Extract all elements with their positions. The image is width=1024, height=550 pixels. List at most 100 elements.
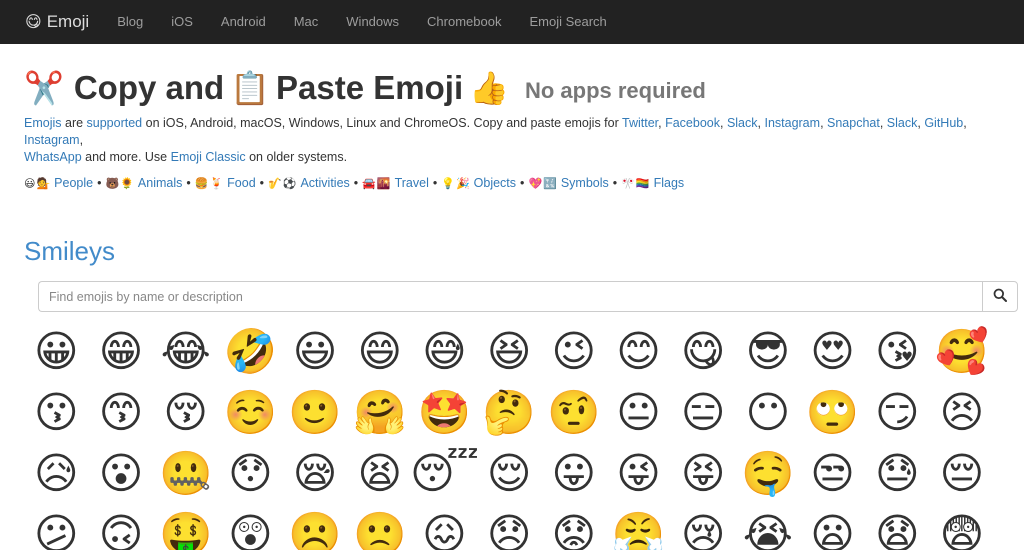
- emoji-cell[interactable]: 😕: [24, 505, 89, 550]
- emoji-cell[interactable]: 😛: [542, 444, 607, 505]
- emoji-cell[interactable]: 😍: [800, 322, 865, 383]
- category-travel[interactable]: 🚘 🌇 Travel: [362, 176, 429, 190]
- emoji-cell[interactable]: 🤔: [477, 383, 542, 444]
- link-slack[interactable]: Slack: [727, 116, 758, 130]
- emoji-cell[interactable]: 😲: [218, 505, 283, 550]
- emoji-cell[interactable]: 😉: [542, 322, 607, 383]
- category-objects[interactable]: 💡 🎉 Objects: [441, 176, 516, 190]
- emoji-cell[interactable]: 🤩: [412, 383, 477, 444]
- emoji-cell[interactable]: 😮: [89, 444, 154, 505]
- emoji-cell[interactable]: 🥰: [930, 322, 995, 383]
- category-flags-link[interactable]: Flags: [654, 176, 685, 190]
- emoji-cell[interactable]: 😶: [736, 383, 801, 444]
- emoji-cell[interactable]: 😗: [24, 383, 89, 444]
- emoji-cell[interactable]: 😥: [24, 444, 89, 505]
- emoji-cell[interactable]: 😙: [89, 383, 154, 444]
- nav-link-chromebook[interactable]: Chromebook: [413, 0, 515, 44]
- nav-link-ios[interactable]: iOS: [157, 0, 207, 44]
- category-people[interactable]: 😃 💁 People: [24, 176, 93, 190]
- category-objects-link[interactable]: Objects: [474, 176, 516, 190]
- emoji-cell[interactable]: ☺️: [218, 383, 283, 444]
- emoji-cell[interactable]: 😚: [153, 383, 218, 444]
- emoji-cell[interactable]: 😣: [930, 383, 995, 444]
- emoji-cell[interactable]: 😃: [283, 322, 348, 383]
- emoji-cell[interactable]: 😆: [477, 322, 542, 383]
- city-sunset-icon: 🌇: [376, 177, 391, 190]
- emoji-cell[interactable]: 😭: [736, 505, 801, 550]
- emoji-cell[interactable]: 😦: [800, 505, 865, 550]
- emoji-cell[interactable]: 😫: [347, 444, 412, 505]
- emoji-cell[interactable]: 😄: [347, 322, 412, 383]
- link-whatsapp[interactable]: WhatsApp: [24, 150, 82, 164]
- category-activities-link[interactable]: Activities: [300, 176, 349, 190]
- emoji-cell[interactable]: 😟: [542, 505, 607, 550]
- category-animals[interactable]: 🐻 🌻 Animals: [106, 176, 183, 190]
- link-instagram-2[interactable]: Instagram: [24, 133, 80, 147]
- category-symbols[interactable]: 💖 🔣 Symbols: [528, 176, 608, 190]
- emoji-cell[interactable]: 🤐: [153, 444, 218, 505]
- category-animals-link[interactable]: Animals: [138, 176, 182, 190]
- emoji-cell[interactable]: 😑: [671, 383, 736, 444]
- emoji-cell[interactable]: 🤑: [153, 505, 218, 550]
- emoji-cell[interactable]: 😒: [800, 444, 865, 505]
- emoji-cell[interactable]: 🤣: [218, 322, 283, 383]
- emoji-cell[interactable]: 😀: [24, 322, 89, 383]
- emoji-cell[interactable]: 😏: [865, 383, 930, 444]
- emoji-cell[interactable]: 😅: [412, 322, 477, 383]
- emoji-cell[interactable]: 🙂: [283, 383, 348, 444]
- emoji-cell[interactable]: 😐: [606, 383, 671, 444]
- nav-link-android[interactable]: Android: [207, 0, 280, 44]
- emoji-cell[interactable]: 😋: [671, 322, 736, 383]
- emoji-cell[interactable]: ☹️: [283, 505, 348, 550]
- nav-link-emoji-search[interactable]: Emoji Search: [515, 0, 620, 44]
- emoji-cell[interactable]: 😯: [218, 444, 283, 505]
- title-copy-and: Copy and: [73, 69, 225, 106]
- category-travel-link[interactable]: Travel: [395, 176, 429, 190]
- link-instagram[interactable]: Instagram: [764, 116, 820, 130]
- emoji-cell[interactable]: 😓: [865, 444, 930, 505]
- link-snapchat[interactable]: Snapchat: [827, 116, 880, 130]
- nav-link-windows[interactable]: Windows: [332, 0, 413, 44]
- category-symbols-link[interactable]: Symbols: [561, 176, 609, 190]
- emoji-cell[interactable]: 😝: [671, 444, 736, 505]
- category-people-link[interactable]: People: [54, 176, 93, 190]
- emoji-cell[interactable]: 😪: [283, 444, 348, 505]
- emoji-cell[interactable]: 🙄: [800, 383, 865, 444]
- nav-link-mac[interactable]: Mac: [280, 0, 333, 44]
- emoji-cell[interactable]: 😜: [606, 444, 671, 505]
- category-food[interactable]: 🍔 🍹 Food: [195, 176, 256, 190]
- emoji-cell[interactable]: 😊: [606, 322, 671, 383]
- link-facebook[interactable]: Facebook: [665, 116, 720, 130]
- emoji-cell[interactable]: 🤗: [347, 383, 412, 444]
- emoji-cell[interactable]: 🙃: [89, 505, 154, 550]
- emoji-cell[interactable]: 😁: [89, 322, 154, 383]
- emoji-cell[interactable]: 😞: [477, 505, 542, 550]
- emoji-cell[interactable]: 😧: [865, 505, 930, 550]
- emoji-cell[interactable]: 😎: [736, 322, 801, 383]
- emoji-cell[interactable]: 😔: [930, 444, 995, 505]
- link-supported[interactable]: supported: [87, 116, 143, 130]
- emoji-cell[interactable]: 🤤: [736, 444, 801, 505]
- link-slack-2[interactable]: Slack: [887, 116, 918, 130]
- category-flags[interactable]: 🎌 🏳️‍🌈 Flags: [621, 176, 684, 190]
- link-twitter[interactable]: Twitter: [622, 116, 658, 130]
- emoji-cell[interactable]: 😘: [865, 322, 930, 383]
- nav-link-blog[interactable]: Blog: [103, 0, 157, 44]
- search-button[interactable]: [982, 281, 1018, 312]
- emoji-cell[interactable]: 😢: [671, 505, 736, 550]
- emoji-cell[interactable]: 😌: [477, 444, 542, 505]
- emoji-cell[interactable]: 😂: [153, 322, 218, 383]
- category-food-link[interactable]: Food: [227, 176, 256, 190]
- link-emoji-classic[interactable]: Emoji Classic: [171, 150, 246, 164]
- emoji-cell[interactable]: 🤨: [542, 383, 607, 444]
- link-emojis[interactable]: Emojis: [24, 116, 62, 130]
- emoji-cell[interactable]: 😴: [410, 444, 479, 505]
- emoji-cell[interactable]: 🙁: [347, 505, 412, 550]
- emoji-cell[interactable]: 😨: [930, 505, 995, 550]
- emoji-cell[interactable]: 😖: [412, 505, 477, 550]
- emoji-cell[interactable]: 😤: [606, 505, 671, 550]
- category-activities[interactable]: 🎷 ⚽ Activities: [268, 176, 350, 190]
- link-github[interactable]: GitHub: [924, 116, 963, 130]
- brand-link[interactable]: 😋 Emoji: [25, 12, 89, 32]
- emoji-search-input[interactable]: [38, 281, 982, 312]
